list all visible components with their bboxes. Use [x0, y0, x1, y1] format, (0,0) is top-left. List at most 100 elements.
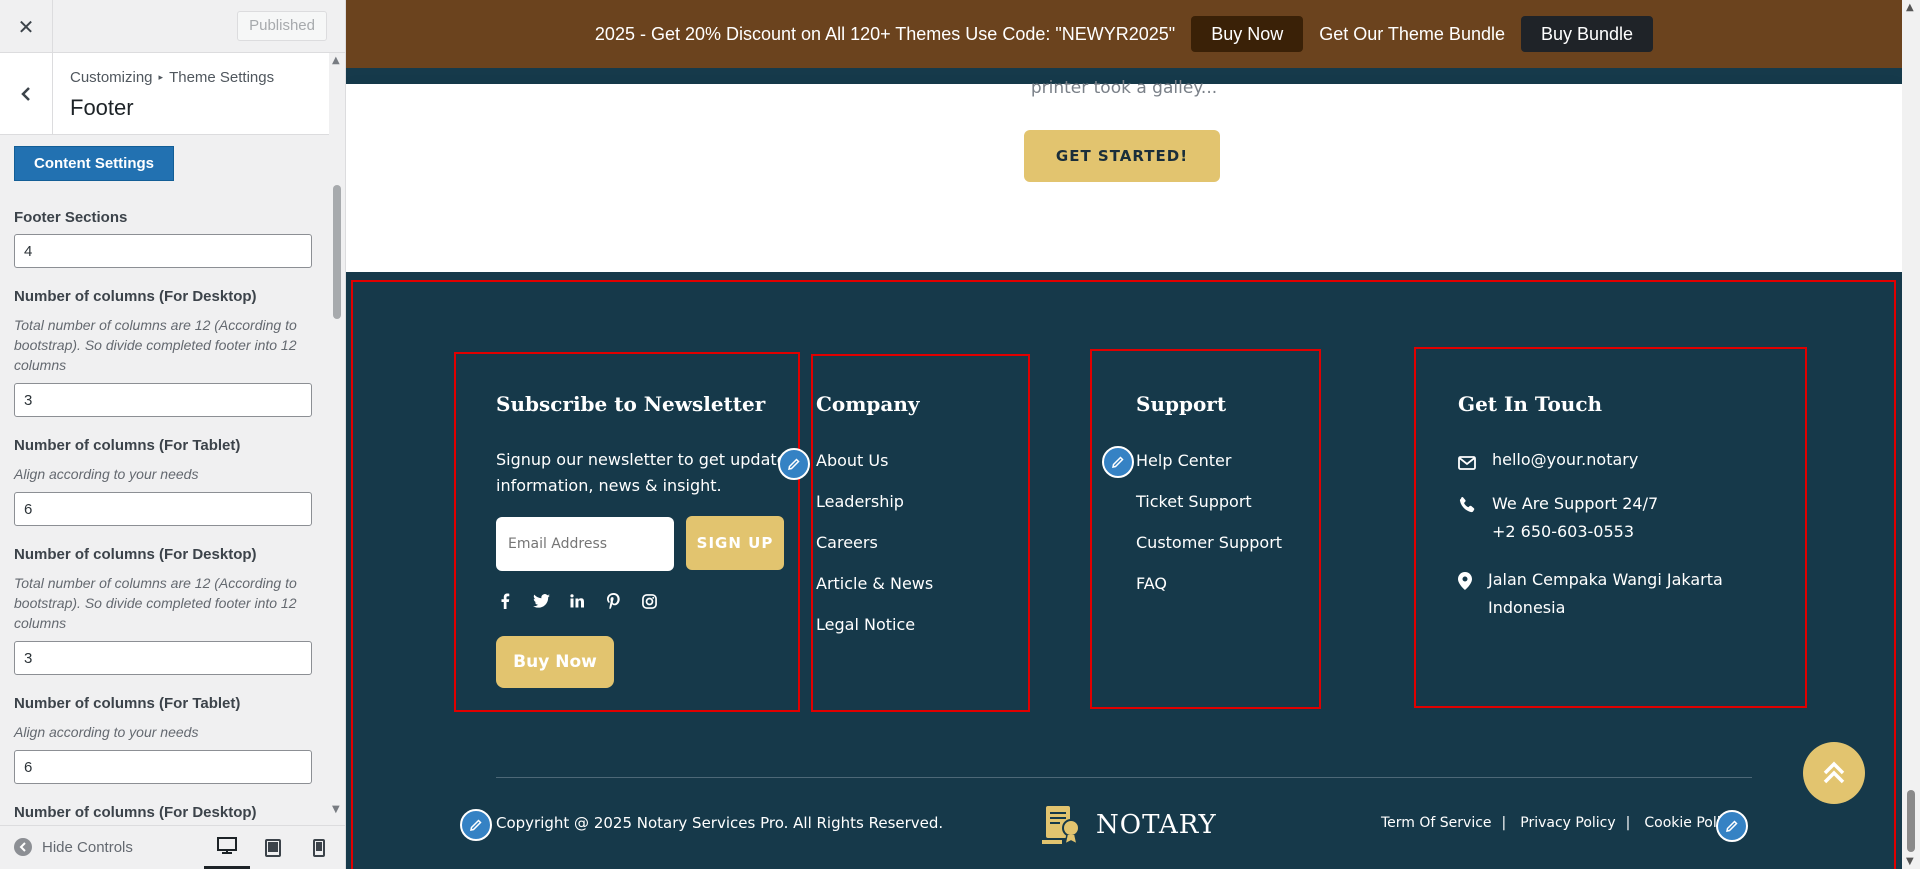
page-scrollbar[interactable]: ▲ ▼ — [1902, 0, 1920, 869]
footer-link-faq[interactable]: FAQ — [1136, 572, 1282, 613]
desktop-columns-input-1[interactable] — [14, 383, 312, 417]
get-started-button[interactable]: GET STARTED! — [1024, 130, 1220, 182]
phone-number[interactable]: +2 650-603-0553 — [1492, 522, 1634, 541]
scroll-down-icon[interactable]: ▼ — [332, 804, 340, 815]
field-description: Align according to your needs — [14, 724, 199, 740]
footer-link-customer-support[interactable]: Customer Support — [1136, 531, 1282, 572]
content-settings-button[interactable]: Content Settings — [14, 146, 174, 181]
footer-link-about-us[interactable]: About Us — [816, 449, 933, 490]
field-desktop-columns-2: Number of columns (For Desktop) Total nu… — [14, 546, 316, 675]
edit-pencil-icon[interactable] — [778, 448, 810, 480]
contact-address: Jalan Cempaka Wangi Jakarta Indonesia — [1458, 566, 1723, 622]
field-label: Number of columns (For Desktop) — [14, 804, 257, 821]
preview-tablet-button[interactable] — [250, 826, 296, 869]
pinterest-icon[interactable] — [604, 592, 622, 610]
envelope-icon — [1458, 446, 1478, 479]
preview-desktop-button[interactable] — [204, 826, 250, 869]
field-tablet-columns-1: Number of columns (For Tablet) Align acc… — [14, 437, 316, 526]
field-label: Number of columns (For Desktop) — [14, 546, 257, 563]
support-links: Help Center Ticket Support Customer Supp… — [1136, 449, 1282, 613]
location-pin-icon — [1458, 566, 1474, 622]
field-desktop-columns-1: Number of columns (For Desktop) Total nu… — [14, 288, 316, 417]
breadcrumb: Customizing ▸ Theme Settings — [70, 69, 274, 86]
hide-controls-button[interactable]: Hide Controls — [14, 838, 133, 856]
scroll-up-icon[interactable]: ▲ — [332, 55, 340, 66]
back-button[interactable] — [0, 53, 53, 135]
customizer-top-bar: ✕ Published — [0, 0, 345, 53]
instagram-icon[interactable] — [640, 592, 658, 610]
scroll-up-icon[interactable]: ▲ — [1906, 2, 1914, 13]
notary-logo-icon — [1042, 806, 1080, 846]
signup-button[interactable]: SIGN UP — [686, 516, 784, 570]
field-label: Footer Sections — [14, 209, 128, 226]
footer-link-help-center[interactable]: Help Center — [1136, 449, 1282, 490]
customizer-footer: Hide Controls — [0, 825, 345, 869]
legal-separator: | — [1625, 815, 1631, 831]
contact-email-text[interactable]: hello@your.notary — [1492, 446, 1638, 479]
page-scroll-thumb[interactable] — [1907, 790, 1915, 852]
mobile-icon — [313, 839, 325, 857]
back-to-top-button[interactable] — [1803, 742, 1865, 804]
contact-address-text: Jalan Cempaka Wangi Jakarta Indonesia — [1488, 566, 1723, 622]
footer-link-leadership[interactable]: Leadership — [816, 490, 933, 531]
support-title: Support — [1136, 392, 1227, 416]
footer-buy-now-button[interactable]: Buy Now — [496, 636, 614, 688]
sidebar-scrollbar[interactable]: ▲ ▼ — [329, 53, 345, 817]
footer-logo[interactable]: NOTARY — [1040, 802, 1217, 848]
twitter-icon[interactable] — [532, 592, 550, 610]
footer-link-legal-notice[interactable]: Legal Notice — [816, 613, 933, 654]
contact-email: hello@your.notary — [1458, 446, 1638, 479]
published-button[interactable]: Published — [237, 11, 327, 41]
footer-link-terms[interactable]: Term Of Service — [1381, 815, 1492, 831]
scroll-down-icon[interactable]: ▼ — [1906, 856, 1914, 867]
customizer-controls: Content Settings Footer Sections Number … — [0, 136, 330, 825]
section-header: Customizing ▸ Theme Settings Footer — [0, 53, 345, 135]
site-preview: 2025 - Get 20% Discount on All 120+ Them… — [346, 0, 1902, 869]
promo-text: 2025 - Get 20% Discount on All 120+ Them… — [594, 23, 1176, 44]
desktop-columns-input-2[interactable] — [14, 641, 312, 675]
chevron-left-icon — [21, 87, 30, 101]
facebook-icon[interactable] — [496, 592, 514, 610]
field-label: Number of columns (For Tablet) — [14, 437, 241, 454]
desktop-icon — [217, 837, 237, 854]
copyright-text: Copyright @ 2025 Notary Services Pro. Al… — [496, 814, 944, 832]
footer-link-article-news[interactable]: Article & News — [816, 572, 933, 613]
promo-buy-now-button[interactable]: Buy Now — [1191, 16, 1304, 52]
social-links — [496, 592, 658, 610]
field-desktop-columns-3: Number of columns (For Desktop) — [14, 804, 316, 821]
hide-controls-label: Hide Controls — [42, 838, 133, 856]
close-icon[interactable]: ✕ — [0, 0, 53, 53]
footer-divider — [496, 777, 1752, 778]
hero-subtitle: printer took a galley... — [1030, 78, 1218, 98]
linkedin-icon[interactable] — [568, 592, 586, 610]
support-hours: We Are Support 24/7 — [1492, 494, 1659, 513]
contact-phone-text: We Are Support 24/7 +2 650-603-0553 — [1492, 490, 1658, 546]
footer-link-ticket-support[interactable]: Ticket Support — [1136, 490, 1282, 531]
newsletter-text: Signup our newsletter to get update info… — [496, 450, 787, 495]
field-description: Total number of columns are 12 (Accordin… — [14, 317, 297, 373]
edit-pencil-icon[interactable] — [1716, 810, 1748, 842]
company-title: Company — [816, 392, 920, 416]
address-line-2: Indonesia — [1488, 598, 1566, 617]
contact-title: Get In Touch — [1458, 392, 1603, 416]
collapse-icon — [14, 838, 32, 856]
footer-link-careers[interactable]: Careers — [816, 531, 933, 572]
newsletter-title: Subscribe to Newsletter — [496, 392, 766, 416]
preview-mobile-button[interactable] — [296, 826, 342, 869]
tablet-columns-input-2[interactable] — [14, 750, 312, 784]
promo-buy-bundle-button[interactable]: Buy Bundle — [1520, 16, 1654, 52]
phone-icon — [1458, 490, 1478, 546]
company-links: About Us Leadership Careers Article & Ne… — [816, 449, 933, 654]
tablet-columns-input-1[interactable] — [14, 492, 312, 526]
address-line-1: Jalan Cempaka Wangi Jakarta — [1488, 570, 1723, 589]
breadcrumb-root: Customizing — [70, 69, 153, 86]
edit-pencil-icon[interactable] — [1102, 446, 1134, 478]
footer-link-privacy[interactable]: Privacy Policy — [1520, 815, 1615, 831]
contact-phone: We Are Support 24/7 +2 650-603-0553 — [1458, 490, 1658, 546]
edit-pencil-icon[interactable] — [460, 809, 492, 841]
sidebar-scroll-thumb[interactable] — [333, 185, 341, 319]
footer-sections-input[interactable] — [14, 234, 312, 268]
site-footer: Subscribe to Newsletter Signup our newsl… — [346, 272, 1902, 869]
legal-separator: | — [1501, 815, 1507, 831]
email-input[interactable] — [496, 517, 674, 571]
